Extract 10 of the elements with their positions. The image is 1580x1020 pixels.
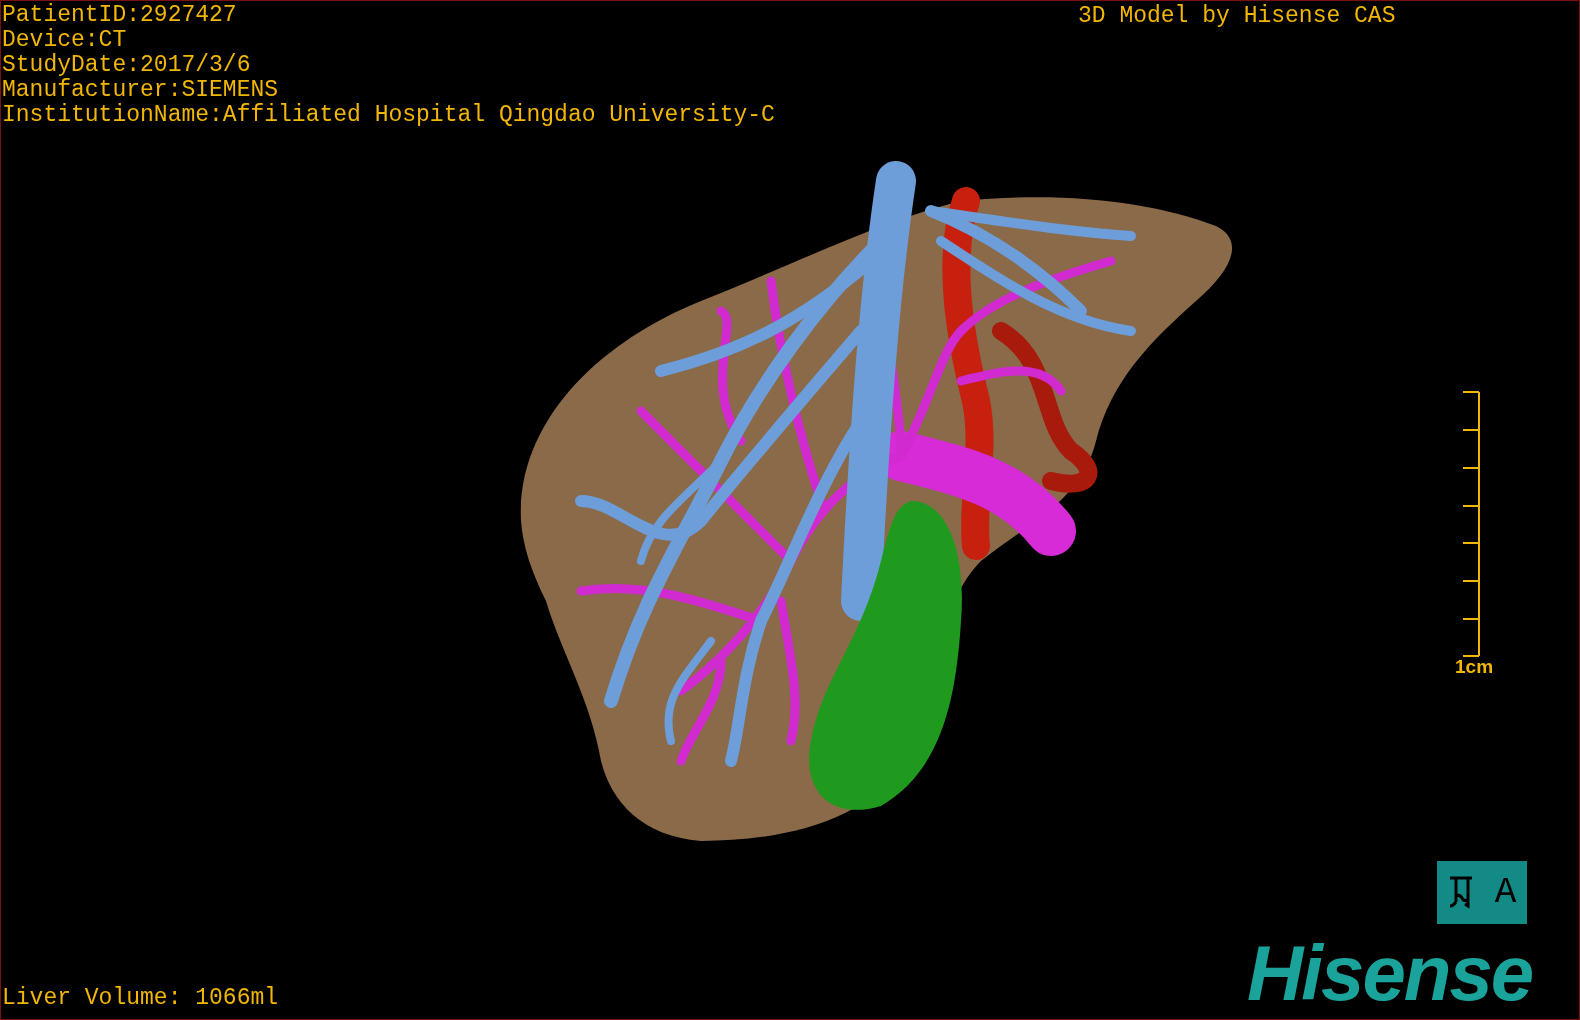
- scale-label: 1cm: [1455, 657, 1494, 677]
- info-line: Device:CT: [2, 28, 128, 53]
- info-line: Manufacturer:SIEMENS: [2, 78, 280, 103]
- info-line: StudyDate:2017/3/6: [2, 53, 252, 78]
- orientation-indicator[interactable]: A: [1437, 861, 1527, 924]
- info-line: PatientID:2927427: [2, 3, 238, 28]
- liver-volume-text: Liver Volume: 1066ml: [2, 986, 279, 1011]
- brand-logo: Hisense: [1247, 936, 1533, 1010]
- info-line: InstitutionName:Affiliated Hospital Qingdao University-C: [2, 103, 775, 128]
- app-title: 3D Model by Hisense CAS: [1078, 4, 1396, 29]
